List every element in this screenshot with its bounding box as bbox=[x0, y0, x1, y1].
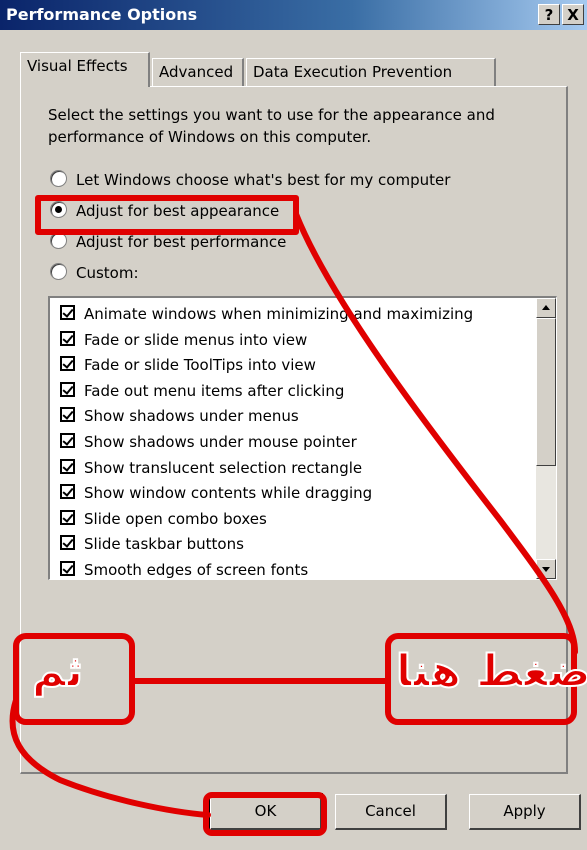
list-item[interactable]: Fade or slide ToolTips into view bbox=[60, 353, 473, 379]
arrow-down-icon bbox=[542, 567, 550, 572]
help-button[interactable]: ? bbox=[538, 4, 560, 25]
tab-data-execution-prevention[interactable]: Data Execution Prevention bbox=[246, 58, 496, 86]
checkbox-checked[interactable] bbox=[60, 432, 75, 448]
radio-label: Let Windows choose what's best for my co… bbox=[76, 171, 451, 189]
list-item-label: Fade out menu items after clicking bbox=[84, 381, 345, 400]
radio-label: Adjust for best performance bbox=[76, 233, 287, 251]
radio-button-selected[interactable] bbox=[50, 201, 67, 218]
checkbox-checked[interactable] bbox=[60, 484, 75, 500]
ok-button[interactable]: OK bbox=[209, 793, 323, 831]
checkbox-checked[interactable] bbox=[60, 458, 75, 474]
checkbox-checked[interactable] bbox=[60, 381, 75, 397]
checkbox-checked[interactable] bbox=[60, 407, 75, 423]
tab-visual-effects[interactable]: Visual Effects bbox=[20, 52, 150, 87]
radio-button[interactable] bbox=[50, 170, 67, 187]
arrow-up-icon bbox=[542, 305, 550, 310]
list-item[interactable]: Fade out menu items after clicking bbox=[60, 379, 473, 405]
visual-effects-list[interactable]: Animate windows when minimizing and maxi… bbox=[48, 296, 557, 580]
close-button[interactable]: X bbox=[562, 4, 584, 25]
radio-label: Adjust for best appearance bbox=[76, 202, 280, 220]
checkbox-checked[interactable] bbox=[60, 330, 75, 346]
list-item-label: Show shadows under menus bbox=[84, 407, 299, 426]
radio-best-appearance[interactable]: Adjust for best appearance bbox=[50, 201, 280, 224]
scroll-up-button[interactable] bbox=[536, 298, 556, 318]
list-item-label: Show translucent selection rectangle bbox=[84, 458, 363, 477]
list-item[interactable]: Fade or slide menus into view bbox=[60, 328, 473, 354]
cancel-button[interactable]: Cancel bbox=[335, 794, 447, 830]
tab-advanced[interactable]: Advanced bbox=[152, 58, 244, 86]
list-item-label: Smooth edges of screen fonts bbox=[84, 560, 309, 579]
radio-custom[interactable]: Custom: bbox=[50, 263, 139, 286]
list-item-label: Slide open combo boxes bbox=[84, 509, 267, 528]
title-bar: Performance Options ? X bbox=[0, 0, 587, 30]
list-item[interactable]: Smooth edges of screen fonts bbox=[60, 558, 473, 579]
scrollbar-thumb[interactable] bbox=[536, 318, 556, 466]
list-item-label: Show window contents while dragging bbox=[84, 484, 373, 503]
list-item[interactable]: Show shadows under mouse pointer bbox=[60, 430, 473, 456]
radio-button[interactable] bbox=[50, 263, 67, 280]
window-title: Performance Options bbox=[6, 5, 198, 24]
apply-button[interactable]: Apply bbox=[469, 794, 581, 830]
list-item-label: Fade or slide ToolTips into view bbox=[84, 356, 316, 375]
radio-let-windows-choose[interactable]: Let Windows choose what's best for my co… bbox=[50, 170, 451, 193]
checkbox-checked[interactable] bbox=[60, 560, 75, 576]
list-item[interactable]: Slide taskbar buttons bbox=[60, 532, 473, 558]
list-item-label: Animate windows when minimizing and maxi… bbox=[84, 305, 474, 323]
checkbox-checked[interactable] bbox=[60, 356, 75, 372]
vertical-scrollbar[interactable] bbox=[536, 298, 556, 579]
list-item[interactable]: Show translucent selection rectangle bbox=[60, 456, 473, 482]
radio-best-performance[interactable]: Adjust for best performance bbox=[50, 232, 287, 255]
checkbox-checked[interactable] bbox=[60, 305, 75, 320]
list-item-label: Show shadows under mouse pointer bbox=[84, 432, 357, 451]
checkbox-checked[interactable] bbox=[60, 535, 75, 551]
click-here-annotation: إضغط هنا bbox=[395, 645, 587, 698]
list-item[interactable]: Show window contents while dragging bbox=[60, 481, 473, 507]
list-item[interactable]: Slide open combo boxes bbox=[60, 507, 473, 533]
list-item[interactable]: Animate windows when minimizing and maxi… bbox=[60, 302, 473, 328]
radio-label: Custom: bbox=[76, 264, 139, 282]
checkbox-checked[interactable] bbox=[60, 509, 75, 525]
description-text: Select the settings you want to use for … bbox=[48, 106, 495, 146]
list-item-label: Fade or slide menus into view bbox=[84, 330, 308, 349]
radio-button[interactable] bbox=[50, 232, 67, 249]
list-item[interactable]: Show shadows under menus bbox=[60, 404, 473, 430]
scroll-down-button[interactable] bbox=[536, 559, 556, 579]
list-item-label: Slide taskbar buttons bbox=[84, 535, 244, 554]
then-annotation: ثم bbox=[31, 645, 84, 698]
